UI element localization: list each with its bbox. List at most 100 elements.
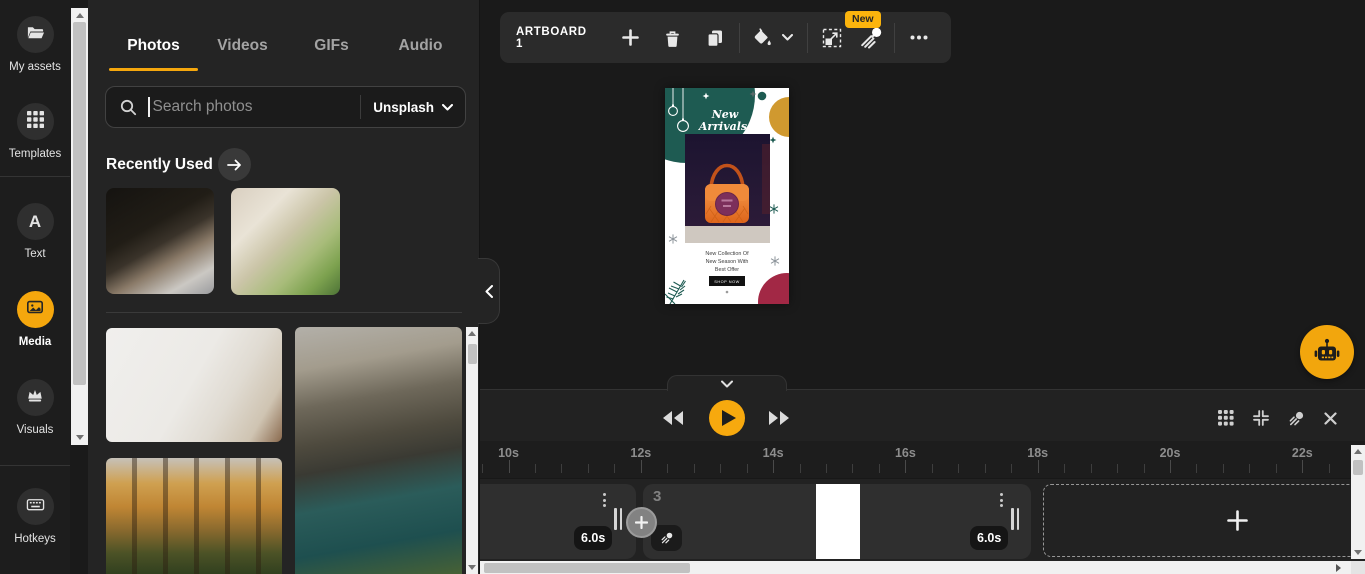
- recently-used-arrow-button[interactable]: [218, 148, 251, 181]
- clip-duration-badge: 6.0s: [574, 526, 613, 550]
- more-ellipsis-icon: [910, 35, 928, 40]
- sidebar-scrollbar[interactable]: [71, 8, 88, 445]
- scroll-down-arrow[interactable]: [75, 435, 84, 440]
- fast-forward-button[interactable]: [766, 407, 792, 429]
- text-cursor: [148, 97, 150, 117]
- recently-used-title: Recently Used: [106, 156, 213, 173]
- photo-workspace-flatlay[interactable]: [106, 328, 282, 442]
- resize-artboard-button[interactable]: [816, 21, 848, 55]
- teal-dot: [757, 91, 767, 101]
- chevron-left-icon: [485, 284, 493, 298]
- scrollbar-thumb[interactable]: [484, 563, 690, 573]
- scroll-right-arrow[interactable]: [1336, 564, 1341, 572]
- panel-scrollbar[interactable]: [466, 327, 478, 574]
- rewind-button[interactable]: [660, 407, 686, 429]
- tab-label: Photos: [127, 36, 180, 54]
- timeline-ruler[interactable]: 10s 12s 14s 16s 18s 20s 22s: [480, 441, 1365, 479]
- snowflake-icon: [770, 255, 780, 267]
- duplicate-artboard-button[interactable]: [699, 21, 731, 55]
- provider-dropdown[interactable]: Unsplash: [361, 100, 465, 115]
- ai-assistant-button[interactable]: [1300, 325, 1354, 379]
- photo-autumn-forest[interactable]: [106, 458, 282, 574]
- scrollbar-corner: [1351, 561, 1365, 574]
- sidebar-label: Text: [24, 248, 46, 260]
- chevron-down-icon: [721, 380, 733, 388]
- sidebar-item-media[interactable]: Media: [0, 291, 70, 348]
- sidebar-item-hotkeys[interactable]: Hotkeys: [0, 488, 70, 545]
- keyboard-icon: [26, 495, 45, 519]
- timeline-h-scrollbar[interactable]: [480, 561, 1365, 574]
- magic-effects-button[interactable]: [1286, 409, 1306, 427]
- templates-grid-icon: [26, 110, 44, 133]
- play-icon: [721, 410, 736, 426]
- tab-gifs[interactable]: GIFs: [287, 22, 376, 69]
- sparkle-icon: [769, 136, 777, 144]
- add-clip-between-button[interactable]: [626, 507, 657, 538]
- delete-artboard-button[interactable]: [657, 21, 689, 55]
- play-button[interactable]: [709, 400, 745, 436]
- sidebar: My assets Templates A Text Media Visuals: [0, 0, 70, 574]
- recent-photo-typing-on-laptop[interactable]: [106, 188, 214, 294]
- sidebar-item-text[interactable]: A Text: [0, 203, 70, 260]
- sidebar-label: Templates: [8, 148, 62, 160]
- clip-effects-button[interactable]: [651, 525, 682, 551]
- clip-menu-button[interactable]: [601, 491, 608, 509]
- snowflake-icon: [668, 233, 678, 245]
- mustard-circle: [769, 97, 809, 137]
- panel-collapse-button[interactable]: [478, 258, 500, 324]
- timeline-v-scrollbar[interactable]: [1351, 445, 1365, 559]
- shop-now-label: SHOP NOW: [714, 279, 740, 284]
- media-tabs: Photos Videos GIFs Audio: [109, 22, 465, 71]
- add-artboard-button[interactable]: [615, 21, 647, 55]
- grid-view-button[interactable]: [1216, 409, 1236, 427]
- tab-photos[interactable]: Photos: [109, 22, 198, 71]
- sidebar-item-my-assets[interactable]: My assets: [0, 16, 70, 73]
- crown-icon: [26, 386, 44, 409]
- tab-audio[interactable]: Audio: [376, 22, 465, 69]
- fill-color-button[interactable]: [748, 21, 776, 55]
- timeline-clip-2[interactable]: 6.0s: [480, 484, 636, 559]
- artboard-canvas[interactable]: New Arrivals New Collection Of New Seaso…: [619, 27, 816, 331]
- trash-icon: [666, 30, 680, 47]
- scroll-up-arrow[interactable]: [75, 13, 84, 18]
- artboard-title: ARTBOARD 1: [516, 25, 587, 50]
- sidebar-divider: [0, 465, 70, 466]
- handbag-photo: [685, 134, 770, 243]
- search-box[interactable]: Unsplash: [105, 86, 466, 128]
- clip-duration-badge: 6.0s: [970, 526, 1009, 550]
- ruler-ticks: [480, 441, 1365, 478]
- add-scene-plus-icon: [1227, 510, 1248, 531]
- scrollbar-thumb[interactable]: [467, 344, 477, 364]
- artboard-body-line1: New Collection Of: [705, 251, 749, 257]
- magic-effects-icon: [661, 532, 672, 544]
- scroll-down-arrow[interactable]: [468, 565, 476, 570]
- recent-photo-desk-with-laptop[interactable]: [231, 188, 340, 295]
- scrollbar-thumb[interactable]: [1353, 460, 1363, 475]
- duplicate-icon: [707, 30, 722, 47]
- timeline-clip-3[interactable]: 3 6.0s: [643, 484, 1031, 559]
- clip-trim-handle[interactable]: [1011, 508, 1019, 530]
- search-input[interactable]: [152, 98, 361, 116]
- more-options-button[interactable]: [903, 21, 935, 55]
- artboard-body-line3: Best Offer: [715, 267, 739, 273]
- scroll-up-arrow[interactable]: [1354, 449, 1362, 454]
- app-window: My assets Templates A Text Media Visuals: [0, 0, 1365, 574]
- sidebar-item-visuals[interactable]: Visuals: [0, 379, 70, 436]
- clip-trim-handle[interactable]: [614, 508, 622, 530]
- add-scene-button[interactable]: [1043, 484, 1365, 557]
- photo-sea-cliffs[interactable]: [295, 327, 462, 574]
- tab-videos[interactable]: Videos: [198, 22, 287, 69]
- artboard-toolbar: ARTBOARD 1: [500, 12, 951, 63]
- scrollbar-thumb[interactable]: [73, 22, 86, 385]
- chevron-down-icon: [782, 34, 794, 41]
- fill-color-dropdown[interactable]: [776, 21, 799, 55]
- close-timeline-button[interactable]: [1320, 409, 1340, 427]
- tab-label: Audio: [398, 36, 443, 54]
- sidebar-item-templates[interactable]: Templates: [0, 103, 70, 160]
- scroll-down-arrow[interactable]: [1354, 550, 1362, 555]
- timeline-collapse-tab[interactable]: [667, 375, 787, 391]
- clip-menu-button[interactable]: [998, 491, 1005, 509]
- scroll-up-arrow[interactable]: [468, 331, 476, 336]
- sidebar-label: My assets: [9, 61, 61, 73]
- collapse-timeline-button[interactable]: [1251, 409, 1271, 427]
